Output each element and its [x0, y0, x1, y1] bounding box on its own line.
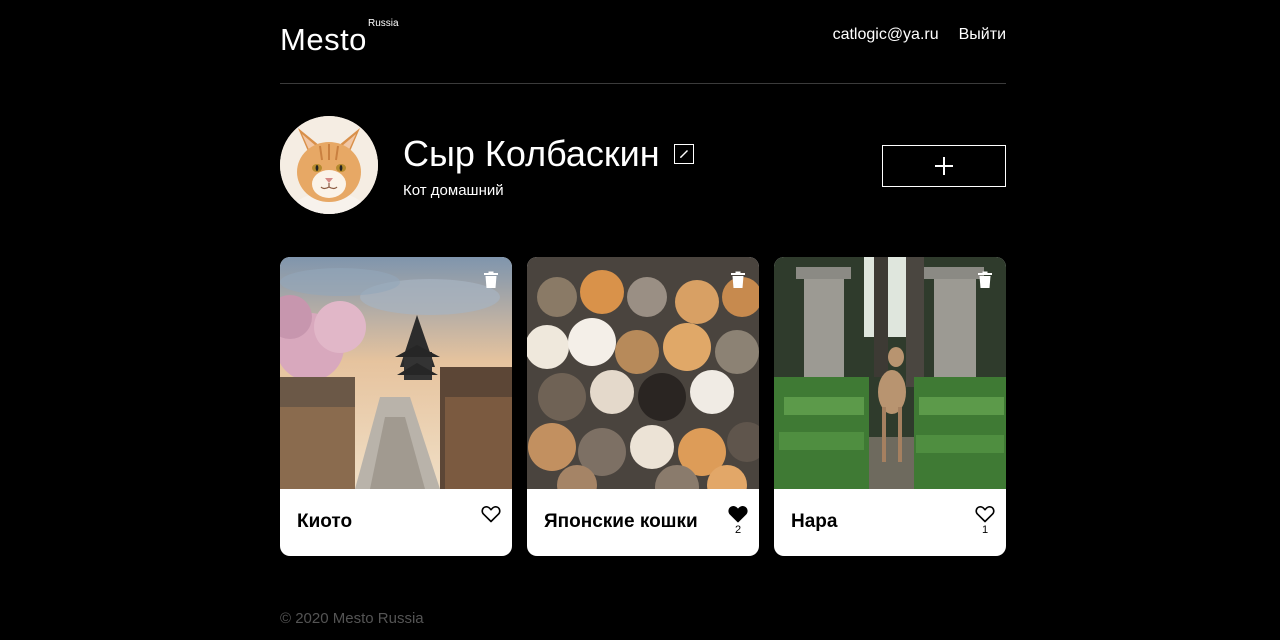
page: Mesto Russia catlogic@ya.ru Выйти Сыр Ко…: [280, 0, 1006, 640]
like-count: 1: [981, 524, 989, 536]
logout-link[interactable]: Выйти: [959, 25, 1006, 45]
heart-outline-icon[interactable]: [481, 505, 501, 523]
header-nav: catlogic@ya.ru Выйти: [833, 25, 1006, 45]
add-card-button[interactable]: [882, 145, 1006, 187]
footer: © 2020 Mesto Russia: [280, 609, 424, 629]
avatar[interactable]: [280, 116, 378, 214]
profile-name-row: Сыр Колбаскин: [403, 134, 694, 174]
like-count: 2: [734, 524, 742, 536]
card-title: Нара: [791, 511, 838, 532]
trash-icon[interactable]: [729, 271, 747, 289]
profile-info: Сыр Колбаскин Кот домашний: [403, 134, 694, 200]
cat-avatar-image: [280, 116, 378, 214]
profile-about: Кот домашний: [403, 182, 504, 199]
pencil-icon: [679, 150, 688, 158]
copyright-text: © 2020 Mesto Russia: [280, 610, 424, 627]
card-title: Японские кошки: [544, 511, 698, 532]
user-email: catlogic@ya.ru: [832, 26, 939, 43]
like-area: [480, 505, 502, 524]
like-area: 1: [974, 505, 996, 537]
kyoto-photo: [280, 257, 512, 489]
logo-subtitle: Russia: [368, 18, 399, 29]
trash-icon[interactable]: [482, 271, 500, 289]
cats-photo: [527, 257, 759, 489]
card: Киото: [280, 257, 512, 556]
card-image[interactable]: [527, 257, 759, 489]
cards-grid: Киото Японские кошки 2 Нара 1: [280, 257, 1006, 556]
heart-filled-icon[interactable]: [728, 505, 748, 523]
card-title: Киото: [297, 511, 353, 532]
like-area: 2: [727, 505, 749, 537]
card-image[interactable]: [774, 257, 1006, 489]
nara-photo: [774, 257, 1006, 489]
profile-name: Сыр Колбаскин: [403, 133, 660, 174]
trash-icon[interactable]: [976, 271, 994, 289]
logo-text: Mesto: [280, 22, 367, 57]
edit-profile-button[interactable]: [673, 144, 694, 164]
profile: Сыр Колбаскин Кот домашний: [280, 116, 1006, 216]
plus-icon: [935, 157, 953, 175]
card: Нара 1: [774, 257, 1006, 556]
heart-outline-icon[interactable]: [975, 505, 995, 523]
card-image[interactable]: [280, 257, 512, 489]
header: Mesto Russia catlogic@ya.ru Выйти: [280, 0, 1006, 84]
card: Японские кошки 2: [527, 257, 759, 556]
